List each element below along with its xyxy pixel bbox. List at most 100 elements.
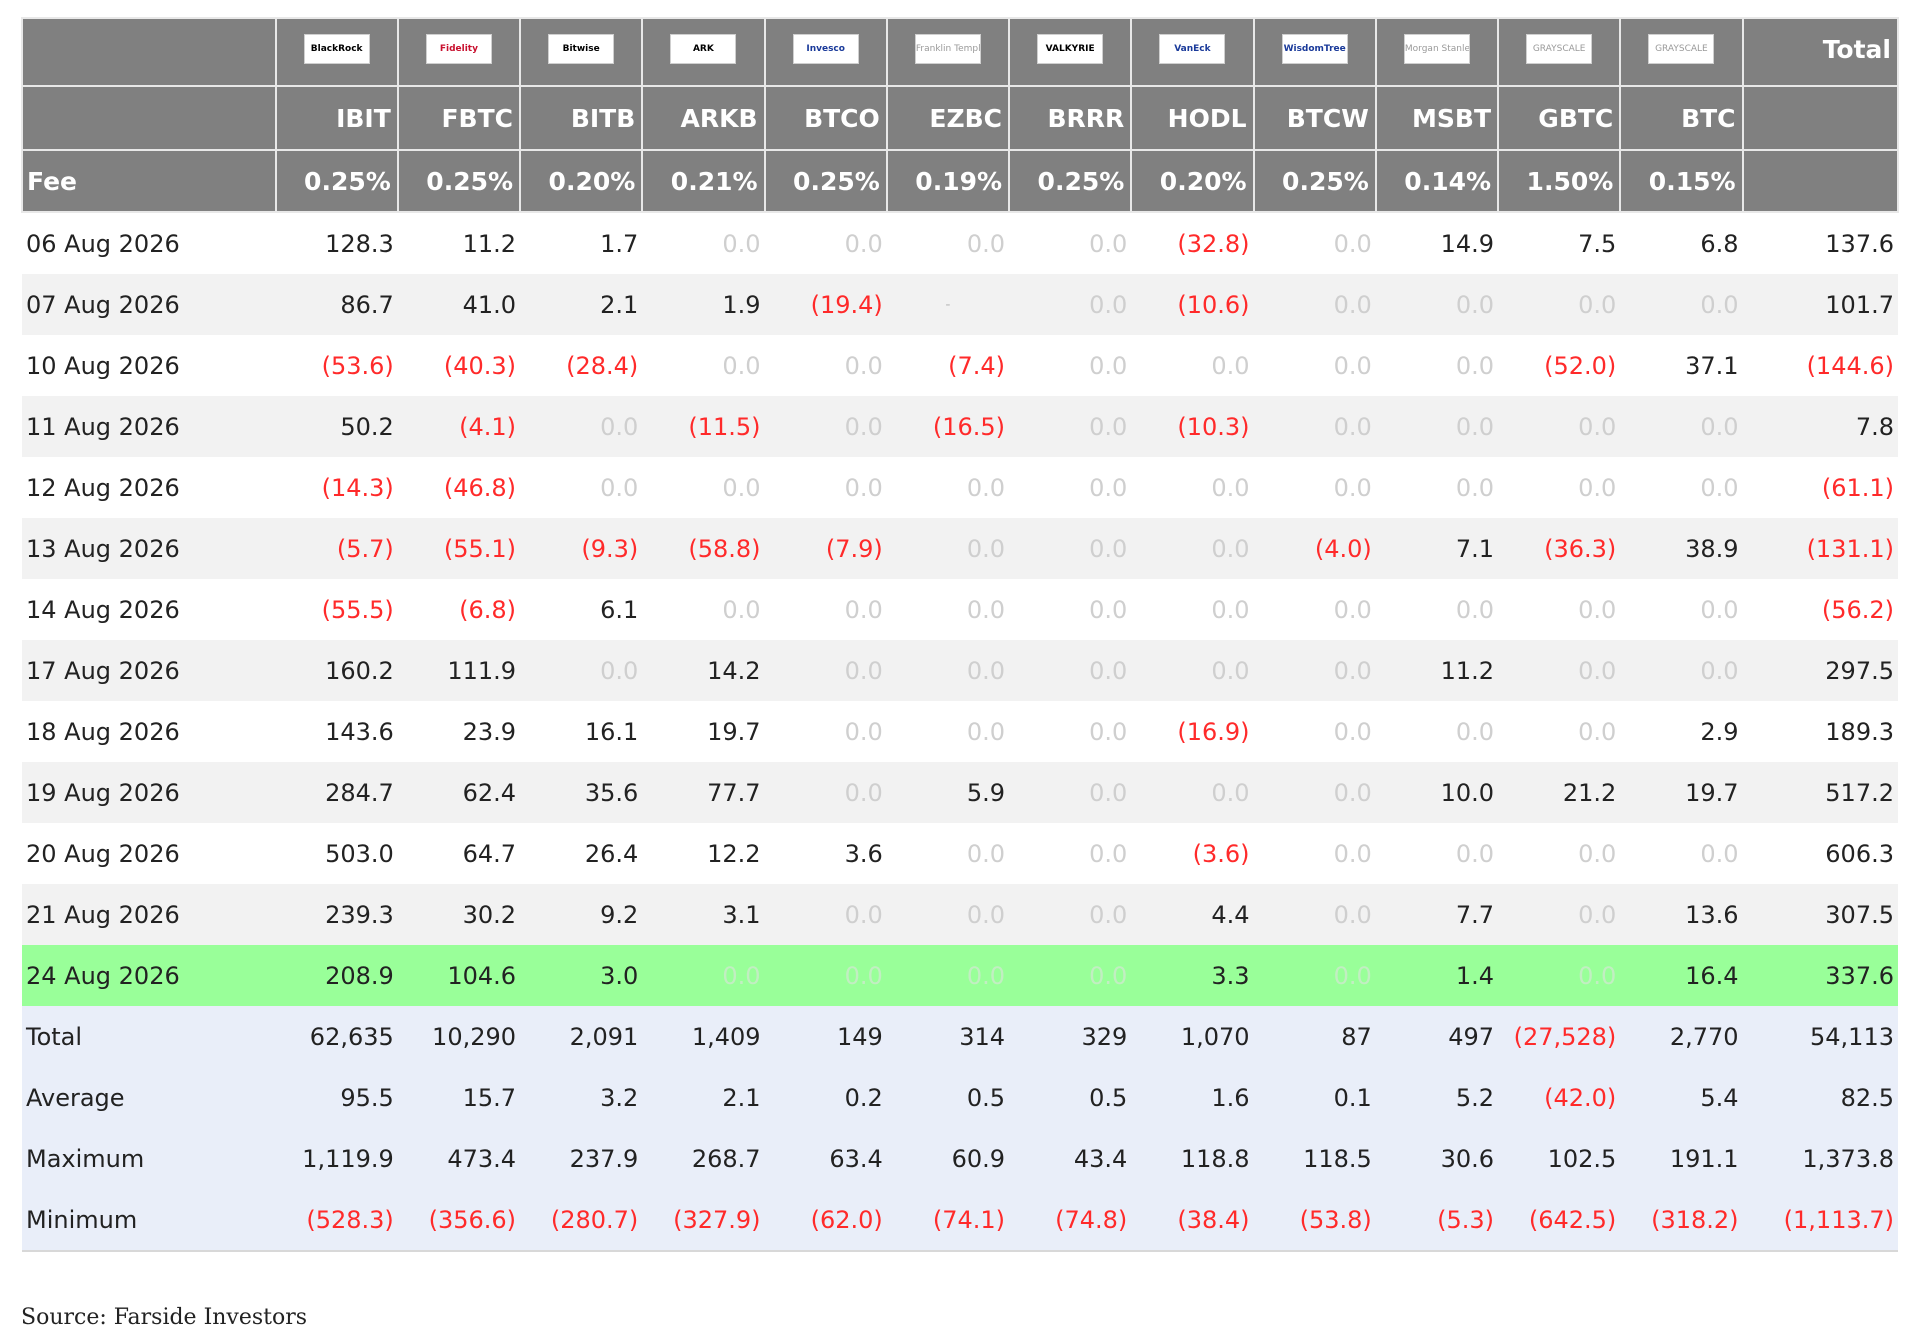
flow-cell-brrr: (74.8) (1009, 1189, 1132, 1251)
flow-cell-fbtc: 104.6 (397, 945, 521, 1006)
table-row: 20 Aug 2026 503.0 64.7 26.4 12.2 3.6 0.0 0.0 (3.… (22, 823, 1898, 884)
flow-cell-btcw: 0.1 (1253, 1067, 1376, 1128)
flow-cell-arkb: 0.0 (642, 335, 765, 396)
flow-cell-btcw: 0.0 (1253, 335, 1376, 396)
flow-cell-ezbc: (16.5) (886, 396, 1010, 457)
flow-cell-bitb: 0.0 (520, 640, 643, 701)
flow-cell-btc: 2,770 (1620, 1006, 1743, 1067)
flow-cell-gbtc: 0.0 (1498, 274, 1621, 335)
vaneck-logo-icon: VanEck (1159, 34, 1226, 64)
wisdomtree-logo-icon: WisdomTree (1281, 34, 1348, 64)
flow-cell-arkb: 0.0 (642, 212, 765, 274)
flow-cell-brrr: 0.0 (1009, 823, 1132, 884)
flow-cell-ibit: 208.9 (275, 945, 398, 1006)
summary-row: Average 95.5 15.7 3.2 2.1 0.2 0.5 0.5 1.6 0.1 5.2(… (22, 1067, 1898, 1128)
flow-cell-ibit: (53.6) (275, 335, 398, 396)
grayscale-logo-icon: GRAYSCALE (1526, 34, 1593, 64)
ticker-btcw: BTCW (1252, 85, 1377, 151)
flow-cell-bitb: 35.6 (520, 762, 643, 823)
flow-cell-fbtc: 11.2 (397, 212, 521, 274)
row-date: 07 Aug 2026 (22, 274, 276, 335)
flow-cell-brrr: 0.0 (1009, 274, 1132, 335)
flow-cell-brrr: 43.4 (1009, 1128, 1132, 1189)
fee-arkb: 0.21% (641, 149, 766, 213)
flow-cell-ibit: 86.7 (275, 274, 398, 335)
ark-logo-icon: ARK (670, 34, 737, 64)
flow-cell-hodl: 0.0 (1131, 579, 1254, 640)
fee-ibit: 0.25% (274, 149, 399, 213)
row-total-cell: (144.6) (1742, 335, 1898, 396)
grayscale-logo-icon: GRAYSCALE (1648, 34, 1715, 64)
flow-cell-ezbc: 0.0 (886, 212, 1010, 274)
row-date: 13 Aug 2026 (22, 518, 276, 579)
flow-cell-ibit: 160.2 (275, 640, 398, 701)
flow-cell-brrr: 0.0 (1009, 640, 1132, 701)
flow-cell-hodl: (10.6) (1131, 274, 1254, 335)
ticker-arkb: ARKB (641, 85, 766, 151)
flow-cell-ezbc: 0.0 (886, 640, 1010, 701)
flow-cell-bitb: 6.1 (520, 579, 643, 640)
flow-cell-arkb: (11.5) (642, 396, 765, 457)
flow-cell-fbtc: 62.4 (397, 762, 521, 823)
row-date: 21 Aug 2026 (22, 884, 276, 945)
ticker-hodl: HODL (1130, 85, 1255, 151)
flow-cell-ezbc: (74.1) (886, 1189, 1010, 1251)
fee-ezbc: 0.19% (885, 149, 1011, 213)
flow-cell-fbtc: 41.0 (397, 274, 521, 335)
flow-cell-ibit: 239.3 (275, 884, 398, 945)
flow-cell-brrr: 0.0 (1009, 579, 1132, 640)
flow-cell-btc: 19.7 (1620, 762, 1743, 823)
summary-label: Average (22, 1067, 276, 1128)
header-corner-blank (21, 17, 277, 87)
flow-cell-btcw: 87 (1253, 1006, 1376, 1067)
flow-cell-msbt: 11.2 (1375, 640, 1499, 701)
morgan-stanley-logo-icon: Morgan Stanley (1403, 34, 1470, 64)
flow-cell-btcw: 0.0 (1253, 884, 1376, 945)
row-total-cell: 54,113 (1742, 1006, 1898, 1067)
logo-cell-btcw: WisdomTree (1252, 17, 1377, 87)
summary-row: Maximum 1,119.9 473.4 237.9 268.7 63.4 60.9 43.… (22, 1128, 1898, 1189)
flow-cell-ibit: 284.7 (275, 762, 398, 823)
ticker-gbtc: GBTC (1497, 85, 1622, 151)
flow-cell-bitb: 9.2 (520, 884, 643, 945)
flow-cell-brrr: 0.0 (1009, 701, 1132, 762)
summary-row: Total 62,635 10,290 2,091 1,409 149 314 329 1,07… (22, 1006, 1898, 1067)
flow-cell-brrr: 0.0 (1009, 945, 1132, 1006)
flow-cell-ezbc: 314 (886, 1006, 1010, 1067)
etf-flow-table-container: BlackRock Fidelity Bitwise ARK Invesco Frankl… (21, 17, 1900, 1252)
flow-cell-ibit: 143.6 (275, 701, 398, 762)
flow-cell-btc: 0.0 (1620, 396, 1743, 457)
flow-cell-btc: 5.4 (1620, 1067, 1743, 1128)
fee-brrr: 0.25% (1008, 149, 1133, 213)
flow-cell-hodl: 3.3 (1131, 945, 1254, 1006)
logo-cell-hodl: VanEck (1130, 17, 1255, 87)
flow-cell-btco: 3.6 (764, 823, 887, 884)
flow-cell-btcw: 0.0 (1253, 457, 1376, 518)
flow-cell-gbtc: 102.5 (1498, 1128, 1621, 1189)
flow-cell-hodl: 0.0 (1131, 335, 1254, 396)
table-row: 19 Aug 2026 284.7 62.4 35.6 77.7 0.0 5.9 0.0 0.0… (22, 762, 1898, 823)
ticker-ibit: IBIT (274, 85, 399, 151)
flow-cell-btcw: (4.0) (1253, 518, 1376, 579)
row-total-cell: 337.6 (1742, 945, 1898, 1006)
ticker-bitb: BITB (519, 85, 644, 151)
flow-cell-gbtc: (642.5) (1498, 1189, 1621, 1251)
flow-cell-btco: 0.0 (764, 212, 887, 274)
row-date: 06 Aug 2026 (22, 212, 276, 274)
ticker-btc: BTC (1619, 85, 1744, 151)
flow-cell-brrr: 0.0 (1009, 396, 1132, 457)
row-total-cell: 82.5 (1742, 1067, 1898, 1128)
flow-cell-btco: 149 (764, 1006, 887, 1067)
flow-cell-bitb: 3.0 (520, 945, 643, 1006)
valkyrie-logo-icon: VALKYRIE (1037, 34, 1104, 64)
flow-cell-arkb: 19.7 (642, 701, 765, 762)
flow-cell-hodl: (10.3) (1131, 396, 1254, 457)
flow-cell-btcw: 0.0 (1253, 274, 1376, 335)
flow-cell-hodl: (16.9) (1131, 701, 1254, 762)
flow-cell-btc: 191.1 (1620, 1128, 1743, 1189)
flow-cell-arkb: (58.8) (642, 518, 765, 579)
flow-cell-bitb: (9.3) (520, 518, 643, 579)
flow-cell-msbt: 0.0 (1375, 579, 1499, 640)
summary-label: Maximum (22, 1128, 276, 1189)
table-row: 06 Aug 2026 128.3 11.2 1.7 0.0 0.0 0.0 0.0 (32.8… (22, 212, 1898, 274)
